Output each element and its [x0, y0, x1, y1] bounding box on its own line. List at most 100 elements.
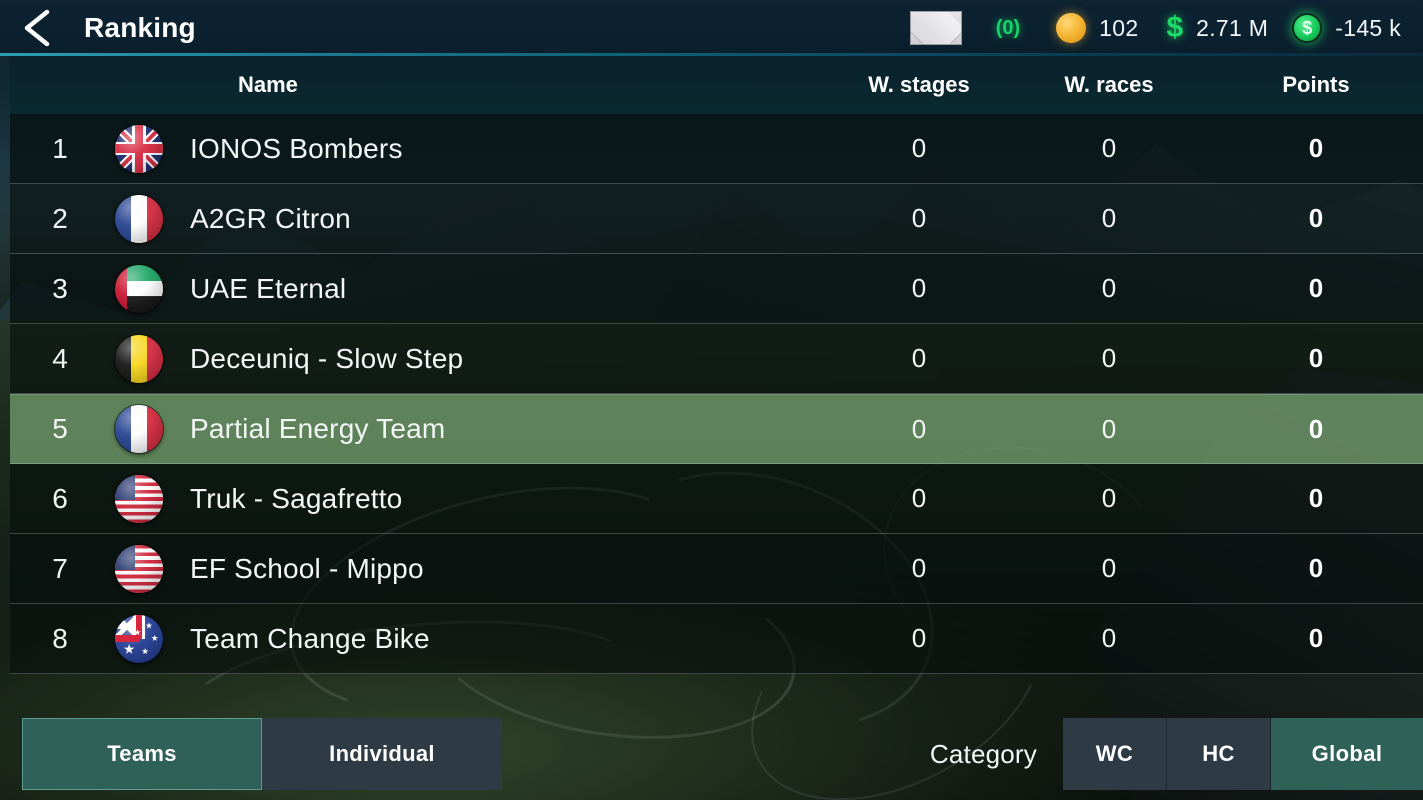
row-rank: 6 [52, 482, 68, 514]
flag-fr [115, 194, 163, 243]
column-header-w-stages: W. stages [868, 72, 970, 97]
row-team-name: UAE Eternal [190, 272, 347, 304]
category-filter: Category WC HC Global [930, 718, 1423, 790]
flag-us [115, 474, 163, 523]
row-team-name: Partial Energy Team [190, 413, 446, 444]
gold-stat: 102 [1056, 13, 1138, 43]
row-w-stages: 0 [911, 203, 927, 233]
row-team-name: Truk - Sagafretto [190, 482, 403, 514]
row-flag [110, 544, 168, 593]
row-w-races: 0 [1101, 483, 1117, 513]
table-row[interactable]: 8 Team Change Bike 0 0 0 [10, 604, 1423, 674]
table-row[interactable]: 4 Deceuniq - Slow Step 0 0 0 [10, 324, 1423, 394]
row-w-stages: 0 [911, 133, 927, 163]
row-rank: 5 [52, 413, 68, 444]
chevron-left-icon [17, 6, 61, 50]
money-stat: $ 2.71 M [1166, 13, 1268, 43]
flag-us [115, 544, 163, 593]
row-team-name: A2GR Citron [190, 202, 351, 234]
row-w-races: 0 [1101, 273, 1117, 303]
row-team-name: Team Change Bike [190, 622, 430, 654]
envelope-icon [909, 11, 962, 45]
mail-indicator[interactable]: (0) [909, 11, 1021, 45]
row-rank: 8 [52, 622, 68, 654]
green-coin-dollar-icon: $ [1292, 13, 1323, 43]
row-points: 0 [1308, 273, 1324, 303]
tab-teams-label: Teams [107, 741, 177, 766]
row-points: 0 [1308, 133, 1324, 163]
tab-individual-label: Individual [329, 741, 435, 766]
column-header-name: Name [238, 72, 298, 97]
money-value: 2.71 M [1196, 14, 1269, 41]
table-row[interactable]: 3 UAE Eternal 0 0 0 [10, 254, 1423, 324]
row-points: 0 [1308, 203, 1324, 233]
row-points: 0 [1308, 623, 1324, 653]
gold-coin-icon [1056, 13, 1087, 43]
category-button-global-label: Global [1311, 741, 1383, 766]
tab-teams[interactable]: Teams [22, 718, 262, 790]
table-row[interactable]: 7 EF School - Mippo 0 0 0 [10, 534, 1423, 604]
category-button-wc[interactable]: WC [1063, 718, 1167, 790]
row-rank: 4 [52, 342, 68, 374]
row-w-races: 0 [1101, 553, 1117, 583]
row-rank: 7 [52, 552, 68, 584]
row-flag [110, 614, 168, 663]
row-w-races: 0 [1101, 623, 1117, 653]
back-button[interactable] [0, 0, 78, 56]
row-points: 0 [1308, 343, 1324, 373]
flag-fr [115, 405, 163, 453]
bottom-toolbar: Teams Individual Category WC HC Global [0, 708, 1423, 800]
row-team-name: IONOS Bombers [190, 132, 403, 164]
row-rank: 2 [52, 202, 68, 234]
row-team-name: Deceuniq - Slow Step [190, 342, 464, 374]
table-row[interactable]: 5 Partial Energy Team 0 0 0 [10, 394, 1423, 464]
row-w-races: 0 [1101, 413, 1117, 444]
row-flag [110, 474, 168, 523]
table-body: 1 IONOS Bombers 0 0 0 2 A2GR Citron 0 0 0 3 UAE Ete… [10, 114, 1423, 674]
category-button-global[interactable]: Global [1271, 718, 1423, 790]
row-rank: 3 [52, 272, 68, 304]
table-header-row: Name W. stages W. races Points [10, 56, 1423, 114]
category-label: Category [929, 738, 1037, 769]
row-w-races: 0 [1101, 343, 1117, 373]
column-header-points: Points [1282, 72, 1350, 97]
table-row[interactable]: 1 IONOS Bombers 0 0 0 [10, 114, 1423, 184]
column-header-w-races: W. races [1064, 72, 1154, 97]
row-points: 0 [1308, 553, 1324, 583]
gold-value: 102 [1099, 14, 1139, 41]
row-team-name: EF School - Mippo [190, 552, 424, 584]
row-rank: 1 [52, 132, 68, 164]
row-w-stages: 0 [911, 483, 927, 513]
row-w-stages: 0 [911, 343, 927, 373]
budget-stat: $ -145 k [1292, 13, 1401, 43]
category-button-hc-label: HC [1202, 741, 1235, 766]
flag-gb [115, 124, 163, 173]
row-flag [110, 124, 168, 173]
dollar-sign-icon: $ [1166, 11, 1184, 44]
row-w-races: 0 [1101, 203, 1117, 233]
ranking-screen: Ranking (0) 102 $ 2.71 M $ -145 k Name W… [0, 0, 1423, 800]
tab-individual[interactable]: Individual [262, 718, 502, 790]
ranking-table: Name W. stages W. races Points 1 IONOS Bo… [10, 56, 1423, 800]
row-points: 0 [1308, 483, 1324, 513]
row-flag [110, 264, 168, 313]
row-w-stages: 0 [911, 553, 927, 583]
mail-count: (0) [995, 16, 1021, 39]
row-w-stages: 0 [911, 623, 927, 653]
row-w-stages: 0 [911, 273, 927, 303]
ranking-mode-tabs: Teams Individual [22, 718, 502, 790]
flag-be [115, 334, 163, 383]
table-row[interactable]: 6 Truk - Sagafretto 0 0 0 [10, 464, 1423, 534]
flag-au [115, 614, 163, 663]
category-button-hc[interactable]: HC [1167, 718, 1271, 790]
category-buttons: WC HC Global [1063, 718, 1423, 790]
table-row[interactable]: 2 A2GR Citron 0 0 0 [10, 184, 1423, 254]
flag-ae [115, 264, 163, 313]
row-w-stages: 0 [911, 413, 927, 444]
page-title: Ranking [84, 12, 196, 43]
row-flag [110, 334, 168, 383]
budget-value: -145 k [1335, 14, 1401, 41]
row-points: 0 [1308, 413, 1324, 444]
row-flag [110, 194, 168, 243]
status-stats: (0) 102 $ 2.71 M $ -145 k [909, 0, 1423, 56]
